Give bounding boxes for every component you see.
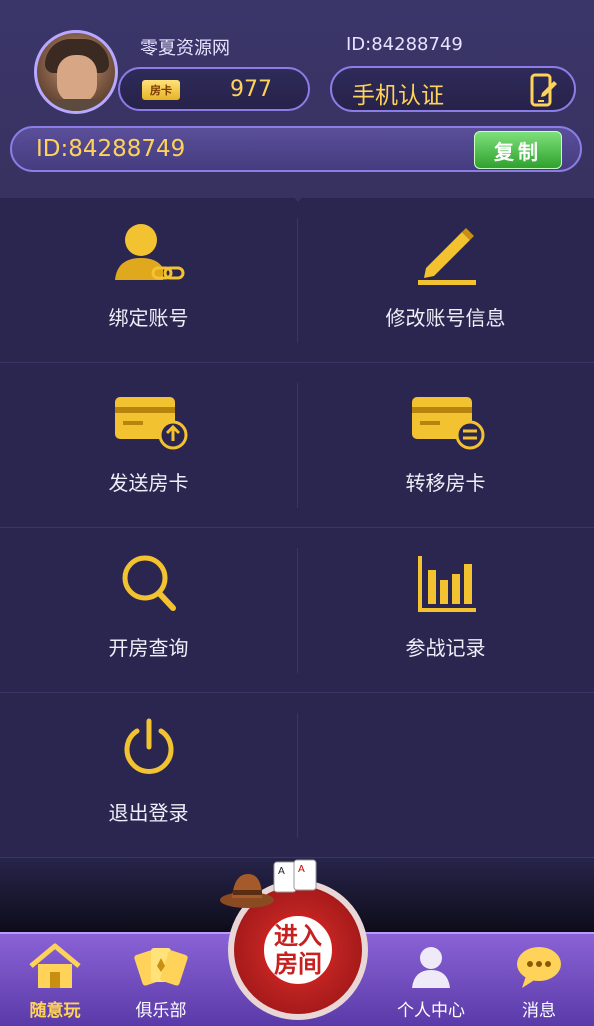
chat-bubble-icon <box>517 947 561 988</box>
nav-label: 消息 <box>522 1001 556 1021</box>
enter-room-label: 进入 房间 <box>260 912 336 988</box>
menu-item-send-card[interactable]: 发送房卡 <box>0 363 297 528</box>
menu-item-label: 绑定账号 <box>108 306 189 330</box>
menu-item-room-query[interactable]: 开房查询 <box>0 528 297 693</box>
nav-label: 随意玩 <box>29 1001 81 1021</box>
phone-verify-button[interactable]: 手机认证 <box>330 66 576 112</box>
send-card-icon <box>114 397 187 450</box>
menu-item-label: 参战记录 <box>405 636 486 660</box>
svg-text:A: A <box>298 864 305 875</box>
nav-item-messages[interactable]: 消息 <box>484 934 594 1026</box>
room-card-balance: 房卡 977 <box>118 67 310 111</box>
menu-item-logout[interactable]: 退出登录 <box>0 693 297 858</box>
id-bar: ID:84288749 复制 <box>10 126 582 172</box>
nav-item-club[interactable]: 俱乐部 <box>106 934 216 1026</box>
cards-icon <box>134 948 188 986</box>
menu-item-label: 开房查询 <box>108 636 189 660</box>
menu-item-label: 转移房卡 <box>405 471 486 495</box>
home-icon <box>29 943 81 988</box>
nav-item-profile[interactable]: 个人中心 <box>376 934 486 1026</box>
user-id-label: ID:84288749 <box>346 34 463 55</box>
profile-header: 零夏资源网 ID:84288749 房卡 977 手机认证 ID:8428874… <box>0 0 594 198</box>
menu-item-label: 退出登录 <box>108 801 189 825</box>
bind-account-icon <box>114 224 184 280</box>
avatar[interactable] <box>34 30 118 114</box>
room-card-count: 977 <box>230 77 272 102</box>
nav-label: 个人中心 <box>397 1001 465 1021</box>
menu-item-edit-account[interactable]: 修改账号信息 <box>297 198 594 363</box>
edit-pencil-icon <box>417 228 476 285</box>
copy-id-button[interactable]: 复制 <box>474 131 562 169</box>
svg-text:A: A <box>278 866 285 877</box>
menu-item-bind-account[interactable]: 绑定账号 <box>0 198 297 363</box>
enter-room-button[interactable]: 进入 房间 A A <box>218 858 378 1024</box>
nav-item-free-play[interactable]: 随意玩 <box>0 934 110 1026</box>
hat-icon <box>220 874 274 908</box>
person-icon <box>412 947 450 988</box>
nav-label: 俱乐部 <box>135 1001 187 1021</box>
bar-chart-icon <box>417 556 476 612</box>
search-icon <box>122 555 176 611</box>
id-bar-text: ID:84288749 <box>36 136 186 162</box>
menu-item-label: 发送房卡 <box>108 471 189 495</box>
transfer-card-icon <box>411 397 484 450</box>
menu-item-label: 修改账号信息 <box>385 306 506 330</box>
menu-item-transfer-card[interactable]: 转移房卡 <box>297 363 594 528</box>
playing-cards-icon: A A <box>273 859 317 893</box>
menu-item-battle-records[interactable]: 参战记录 <box>297 528 594 693</box>
menu-empty-cell <box>297 693 594 858</box>
power-icon <box>124 718 173 774</box>
nickname: 零夏资源网 <box>140 38 230 59</box>
account-menu: 绑定账号 修改账号信息 发送房卡 转移房卡 开房查询 参战记录 退出登录 <box>0 198 594 858</box>
room-card-icon: 房卡 <box>142 80 180 100</box>
phone-edit-icon <box>530 73 557 107</box>
phone-verify-label: 手机认证 <box>352 83 444 109</box>
